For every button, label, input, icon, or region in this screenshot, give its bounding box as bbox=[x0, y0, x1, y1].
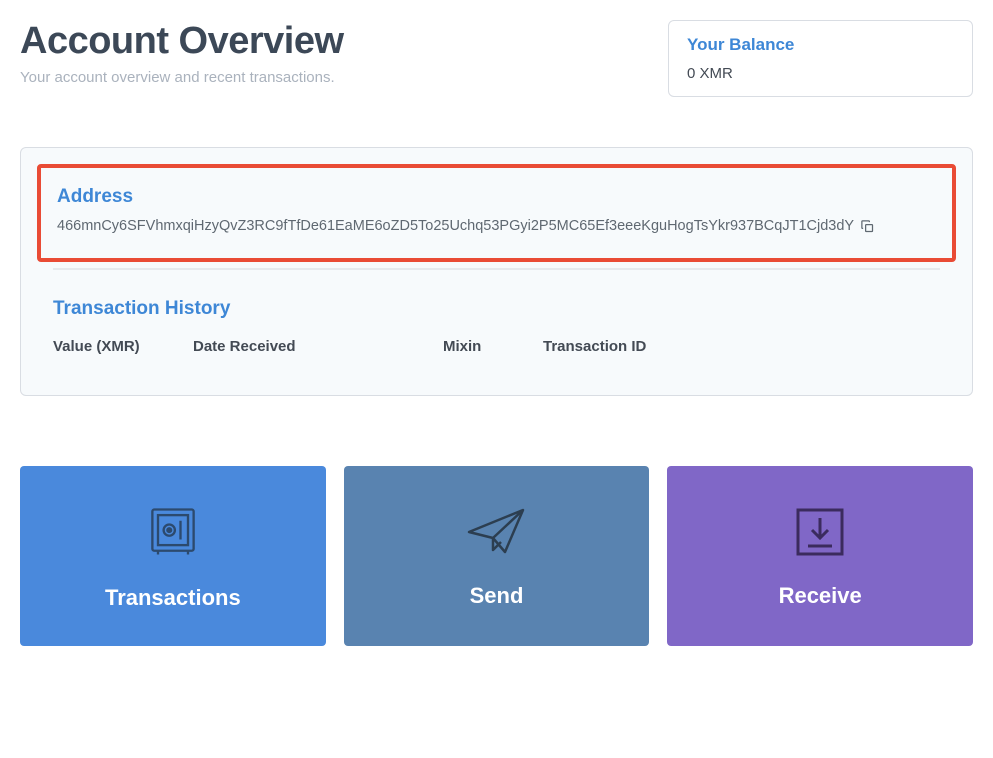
transactions-button[interactable]: Transactions bbox=[20, 466, 326, 646]
transaction-history-section: Transaction History Value (XMR) Date Rec… bbox=[37, 298, 956, 379]
address-value: 466mnCy6SFVhmxqiHzyQvZ3RC9fTfDe61EaME6oZ… bbox=[57, 218, 854, 234]
address-section: Address 466mnCy6SFVhmxqiHzyQvZ3RC9fTfDe6… bbox=[37, 164, 956, 262]
send-label: Send bbox=[470, 583, 524, 609]
transactions-label: Transactions bbox=[105, 585, 241, 611]
page-title: Account Overview bbox=[20, 20, 668, 63]
column-header-value: Value (XMR) bbox=[53, 338, 193, 355]
page-subtitle: Your account overview and recent transac… bbox=[20, 69, 668, 86]
balance-card: Your Balance 0 XMR bbox=[668, 20, 973, 97]
divider bbox=[53, 268, 940, 270]
address-label: Address bbox=[57, 186, 936, 208]
receive-button[interactable]: Receive bbox=[667, 466, 973, 646]
transaction-table-header: Value (XMR) Date Received Mixin Transact… bbox=[53, 338, 940, 355]
page-header: Account Overview Your account overview a… bbox=[20, 20, 973, 97]
receive-label: Receive bbox=[779, 583, 862, 609]
account-details-card: Address 466mnCy6SFVhmxqiHzyQvZ3RC9fTfDe6… bbox=[20, 147, 973, 396]
paper-plane-icon bbox=[465, 504, 529, 583]
action-buttons-row: Transactions Send Receive bbox=[20, 466, 973, 646]
send-button[interactable]: Send bbox=[344, 466, 650, 646]
copy-icon[interactable] bbox=[860, 219, 875, 234]
safe-icon bbox=[143, 502, 203, 585]
download-icon bbox=[792, 504, 848, 583]
column-header-date: Date Received bbox=[193, 338, 443, 355]
address-row: 466mnCy6SFVhmxqiHzyQvZ3RC9fTfDe61EaME6oZ… bbox=[57, 218, 936, 234]
header-text-block: Account Overview Your account overview a… bbox=[20, 20, 668, 86]
column-header-txid: Transaction ID bbox=[543, 338, 940, 355]
transaction-history-label: Transaction History bbox=[53, 298, 940, 320]
balance-value: 0 XMR bbox=[687, 65, 954, 82]
column-header-mixin: Mixin bbox=[443, 338, 543, 355]
balance-label: Your Balance bbox=[687, 35, 954, 55]
